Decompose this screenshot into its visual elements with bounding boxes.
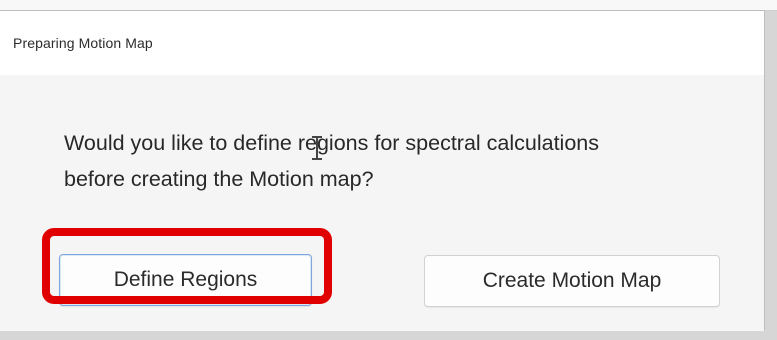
dialog-title: Preparing Motion Map: [13, 35, 153, 51]
dialog-titlebar: Preparing Motion Map: [0, 11, 764, 76]
create-motion-map-button[interactable]: Create Motion Map: [424, 255, 720, 307]
dialog-message: Would you like to define regions for spe…: [64, 131, 600, 191]
define-regions-button[interactable]: Define Regions: [59, 254, 312, 306]
dialog-content: Would you like to define regions for spe…: [0, 75, 764, 331]
screen: Preparing Motion Map Would you like to d…: [0, 0, 777, 340]
preparing-motion-map-dialog: Preparing Motion Map Would you like to d…: [0, 10, 765, 331]
